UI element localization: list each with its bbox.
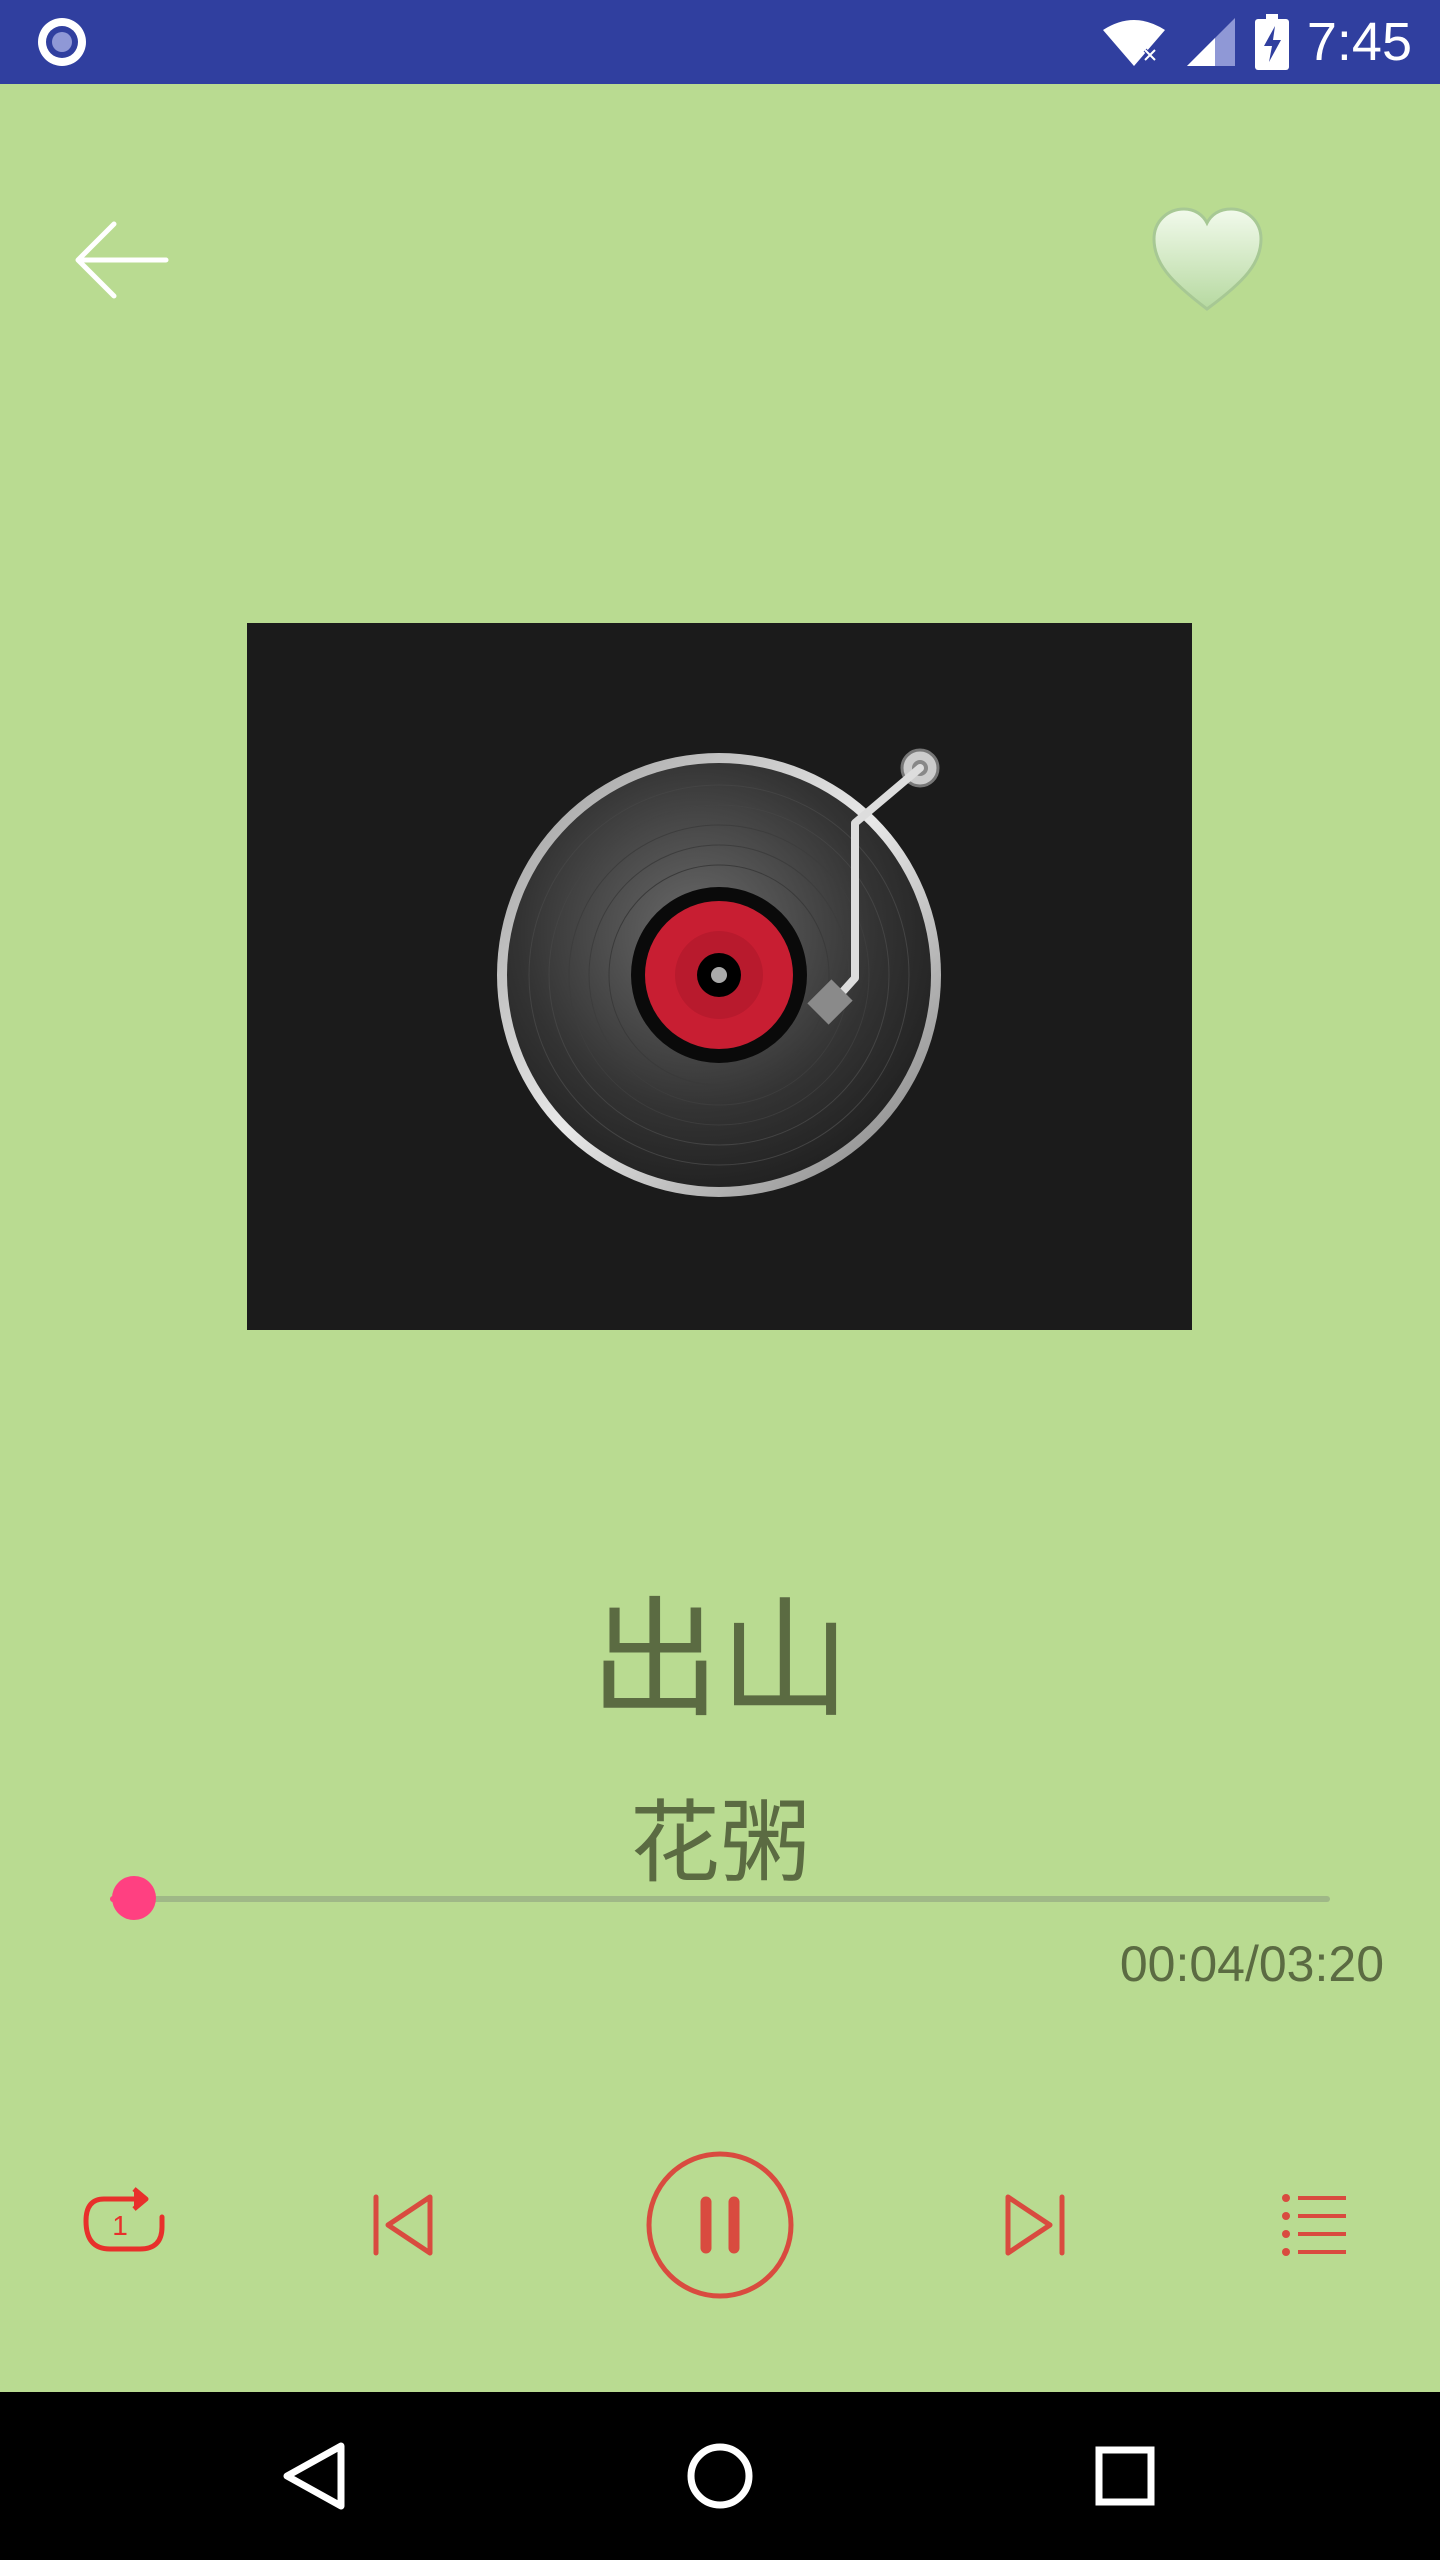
heart-icon (1152, 207, 1263, 311)
battery-charging-icon (1254, 14, 1289, 70)
seek-thumb[interactable] (112, 1876, 157, 1920)
seek-bar[interactable] (110, 1876, 1330, 1920)
nav-home-button[interactable] (680, 2436, 760, 2516)
navigation-bar (0, 2392, 1440, 2560)
skip-next-icon (1005, 2194, 1065, 2256)
square-recents-icon (1095, 2446, 1155, 2506)
app-notification-icon (38, 18, 86, 66)
playlist-icon (1282, 2194, 1346, 2256)
status-icons: 7:45 (1101, 0, 1412, 84)
signal-icon (1186, 18, 1235, 66)
artist-name: 花粥 (630, 1791, 810, 1896)
repeat-button[interactable]: 1 (80, 2185, 170, 2265)
status-bar: 7:45 (0, 0, 1440, 84)
nav-back-button[interactable] (275, 2436, 355, 2516)
repeat-mode-number: 1 (112, 2210, 128, 2241)
repeat-one-icon: 1 (83, 2187, 165, 2252)
previous-button[interactable] (368, 2185, 438, 2265)
time-readout: 00:04/03:20 (1119, 1936, 1384, 1992)
nav-recents-button[interactable] (1085, 2436, 1165, 2516)
circle-home-icon (687, 2443, 753, 2509)
arrow-left-icon (75, 221, 169, 299)
next-button[interactable] (1000, 2185, 1070, 2265)
vinyl-turntable-icon (497, 748, 941, 1197)
status-time: 7:45 (1306, 12, 1412, 72)
playlist-button[interactable] (1280, 2190, 1350, 2260)
favorite-button[interactable] (1150, 205, 1265, 315)
song-title: 出山 (589, 1584, 850, 1736)
back-button[interactable] (70, 210, 170, 310)
pause-icon (646, 2151, 794, 2299)
triangle-back-icon (283, 2442, 345, 2510)
wifi-icon (1102, 20, 1165, 66)
skip-previous-icon (373, 2194, 433, 2256)
album-art (247, 623, 1192, 1330)
pause-button[interactable] (645, 2150, 795, 2300)
